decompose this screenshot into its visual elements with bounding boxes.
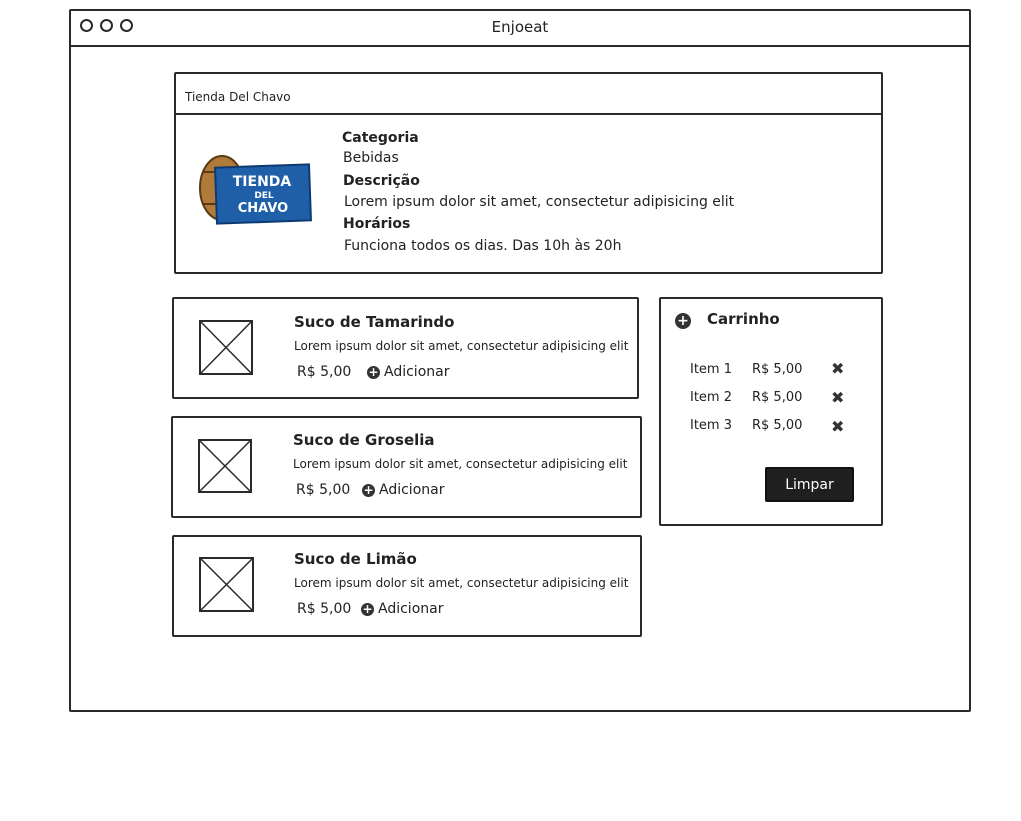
cart-item-name: Item 2 (690, 390, 732, 405)
logo-line-2: DEL (254, 191, 274, 201)
product-description: Lorem ipsum dolor sit amet, consectetur … (293, 457, 628, 471)
product-name: Suco de Limão (294, 550, 417, 568)
add-label: Adicionar (378, 601, 444, 617)
plus-circle-icon: + (362, 482, 375, 497)
product-name: Suco de Tamarindo (294, 313, 455, 331)
product-name: Suco de Groselia (293, 431, 435, 449)
category-value: Bebidas (343, 150, 399, 166)
add-button[interactable]: + Adicionar (367, 364, 449, 380)
description-label: Descrição (343, 173, 420, 189)
clear-cart-button[interactable]: Limpar (765, 467, 854, 502)
image-placeholder-icon (199, 320, 253, 375)
add-label: Adicionar (384, 364, 450, 380)
cart-item-price: R$ 5,00 (752, 362, 803, 377)
hours-label: Horários (343, 216, 411, 232)
cart-title: Carrinho (707, 310, 780, 328)
description-value: Lorem ipsum dolor sit amet, consectetur … (344, 194, 735, 210)
logo-line-1: TIENDA (233, 174, 292, 190)
product-price: R$ 5,00 (297, 601, 352, 617)
hours-value: Funciona todos os dias. Das 10h às 20h (344, 238, 622, 254)
close-icon[interactable]: ✖ (831, 388, 844, 407)
product-description: Lorem ipsum dolor sit amet, consectetur … (294, 339, 629, 353)
cart-item-name: Item 1 (690, 362, 732, 377)
category-label: Categoria (342, 130, 419, 146)
add-button[interactable]: + Adicionar (361, 601, 443, 617)
cart-item-price: R$ 5,00 (752, 418, 803, 433)
plus-circle-icon: + (367, 364, 380, 379)
image-placeholder-icon (198, 439, 252, 493)
add-button[interactable]: + Adicionar (362, 482, 444, 498)
image-placeholder-icon (199, 557, 254, 612)
plus-circle-icon[interactable]: + (675, 313, 691, 329)
close-icon[interactable]: ✖ (831, 417, 844, 436)
add-label: Adicionar (379, 482, 445, 498)
close-icon[interactable]: ✖ (831, 359, 844, 378)
store-logo: TIENDA DEL CHAVO (199, 155, 312, 225)
window-title: Enjoeat (491, 18, 549, 36)
plus-circle-icon: + (361, 601, 374, 616)
cart-item-price: R$ 5,00 (752, 390, 803, 405)
product-price: R$ 5,00 (297, 364, 352, 380)
logo-line-3: CHAVO (238, 201, 288, 216)
product-description: Lorem ipsum dolor sit amet, consectetur … (294, 576, 629, 590)
store-name: Tienda Del Chavo (185, 90, 291, 104)
cart-item-name: Item 3 (690, 418, 732, 433)
product-price: R$ 5,00 (296, 482, 351, 498)
